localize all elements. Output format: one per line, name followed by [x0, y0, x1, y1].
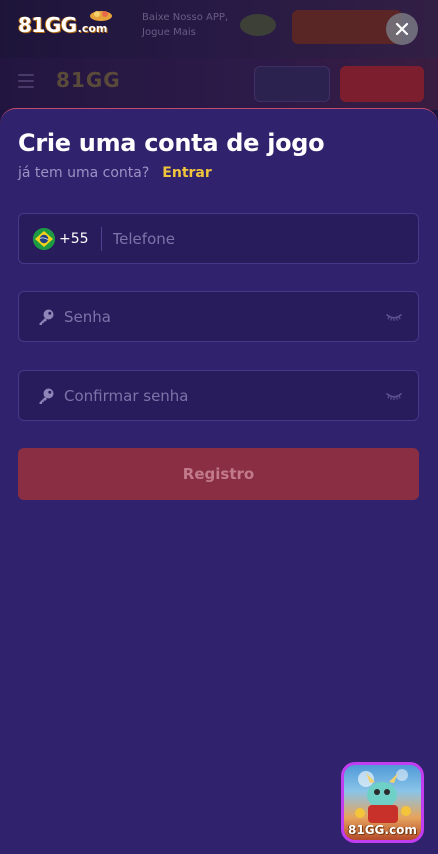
phone-input[interactable] — [112, 214, 418, 263]
logo-text: 81GG — [18, 13, 77, 37]
register-sheet: Crie uma conta de jogo já tem uma conta?… — [0, 108, 438, 854]
login-link[interactable]: Entrar — [162, 165, 211, 181]
page: Baixe Nosso APP, Jogue Mais 81GG 81GG .c… — [0, 0, 438, 854]
background-register-button — [340, 66, 424, 102]
country-code[interactable]: +55 — [59, 231, 89, 247]
banner-graphic — [240, 14, 276, 36]
logo-suffix: .com — [77, 22, 108, 35]
register-button[interactable]: Registro — [18, 448, 419, 500]
sheet-title: Crie uma conta de jogo — [18, 129, 325, 157]
banner-text: Baixe Nosso APP, Jogue Mais — [142, 12, 229, 38]
phone-field: +55 — [18, 213, 419, 264]
login-prompt-text: já tem uma conta? — [18, 165, 150, 181]
background-logo: 81GG — [56, 68, 121, 92]
eye-closed-icon[interactable] — [385, 312, 403, 322]
field-divider — [100, 226, 102, 251]
menu-icon — [18, 74, 34, 88]
brand-logo: 81GG .com — [18, 11, 112, 37]
password-field — [18, 291, 419, 342]
close-icon — [395, 22, 409, 36]
eye-closed-icon[interactable] — [385, 391, 403, 401]
app-shortcut[interactable]: 81GG.com — [341, 762, 424, 843]
password-input[interactable] — [64, 292, 385, 341]
app-shortcut-label: 81GG.com — [348, 823, 417, 837]
close-button[interactable] — [386, 13, 418, 45]
key-icon — [39, 309, 54, 325]
background-login-button — [254, 66, 330, 102]
confirm-password-field — [18, 370, 419, 421]
confirm-password-input[interactable] — [64, 371, 385, 420]
key-icon — [39, 388, 54, 404]
logo-mascot-icon — [90, 11, 112, 21]
login-prompt: já tem uma conta? Entrar — [18, 165, 212, 181]
brazil-flag-icon[interactable] — [33, 227, 55, 250]
background-header: 81GG — [0, 58, 438, 110]
